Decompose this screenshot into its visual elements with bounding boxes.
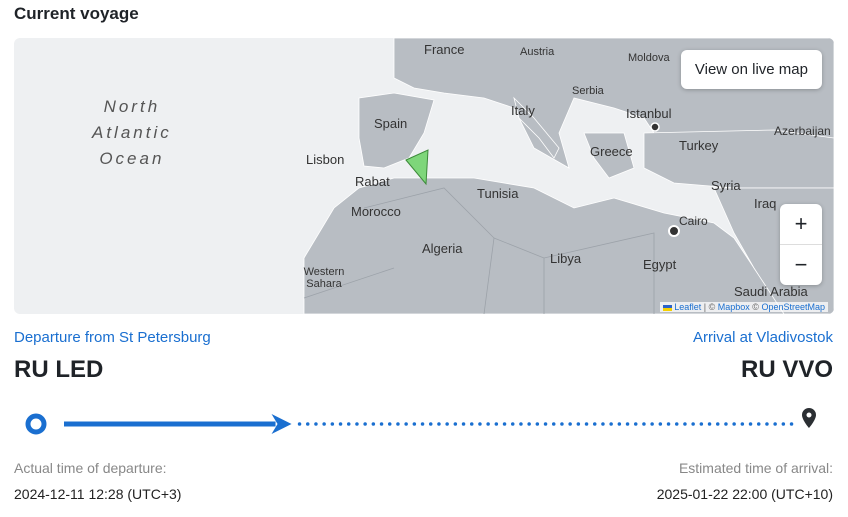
map-label: Syria bbox=[711, 178, 741, 193]
section-title: Current voyage bbox=[14, 4, 139, 23]
map-label: Serbia bbox=[572, 85, 604, 97]
ocean-label: North Atlantic Ocean bbox=[92, 97, 172, 168]
map-label: Morocco bbox=[351, 204, 401, 219]
map-label: Algeria bbox=[422, 241, 463, 256]
arrival-time-label: Estimated time of arrival: bbox=[678, 460, 833, 476]
departure-code: RU LED bbox=[14, 356, 104, 383]
map-label: Lisbon bbox=[306, 152, 345, 167]
map-label: Istanbul bbox=[626, 106, 672, 121]
departure-time-label: Actual time of departure: bbox=[14, 460, 167, 476]
map-label: Azerbaijan bbox=[774, 124, 831, 138]
map-label: Tunisia bbox=[477, 186, 519, 201]
destination-pin-icon bbox=[802, 408, 816, 428]
osm-link[interactable]: OpenStreetMap bbox=[761, 302, 825, 312]
map-label: Italy bbox=[511, 103, 535, 118]
voyage-map[interactable]: North Atlantic Ocean France Austria Moldov… bbox=[14, 38, 834, 314]
arrival-port-link[interactable]: Arrival at Vladivostok bbox=[693, 329, 833, 346]
port-marker-cairo bbox=[668, 225, 680, 237]
zoom-control: + − bbox=[780, 204, 822, 285]
map-label: Moldova bbox=[628, 52, 670, 64]
arrival-time: 2025-01-22 22:00 (UTC+10) bbox=[656, 486, 833, 502]
map-label: Libya bbox=[550, 251, 582, 266]
ukraine-flag-icon bbox=[662, 304, 672, 311]
departure-time: 2024-12-11 12:28 (UTC+3) bbox=[14, 486, 182, 502]
origin-icon bbox=[25, 413, 47, 435]
map-label: Spain bbox=[374, 116, 408, 131]
map-label: Cairo bbox=[679, 214, 708, 228]
departure-port-link[interactable]: Departure from St Petersburg bbox=[14, 329, 211, 346]
map-label: Austria bbox=[520, 46, 555, 58]
map-label: Saudi Arabia bbox=[734, 284, 808, 299]
city-dot-istanbul bbox=[650, 122, 660, 132]
zoom-out-button[interactable]: − bbox=[780, 244, 822, 285]
map-label: France bbox=[424, 42, 465, 57]
arrival-code: RU VVO bbox=[740, 356, 833, 383]
leaflet-link[interactable]: Leaflet bbox=[674, 302, 701, 312]
map-label: Western Sahara bbox=[303, 266, 345, 290]
mapbox-link[interactable]: Mapbox bbox=[718, 302, 750, 312]
map-label: Rabat bbox=[355, 174, 390, 189]
map-label: Egypt bbox=[643, 257, 677, 272]
map-label: Turkey bbox=[679, 138, 719, 153]
zoom-in-button[interactable]: + bbox=[780, 204, 822, 244]
view-live-map-button[interactable]: View on live map bbox=[680, 50, 822, 89]
map-attribution: Leaflet | © Mapbox © OpenStreetMap bbox=[659, 302, 828, 312]
map-label: Iraq bbox=[754, 196, 777, 211]
map-label: Greece bbox=[590, 144, 633, 159]
voyage-progress bbox=[25, 408, 816, 435]
